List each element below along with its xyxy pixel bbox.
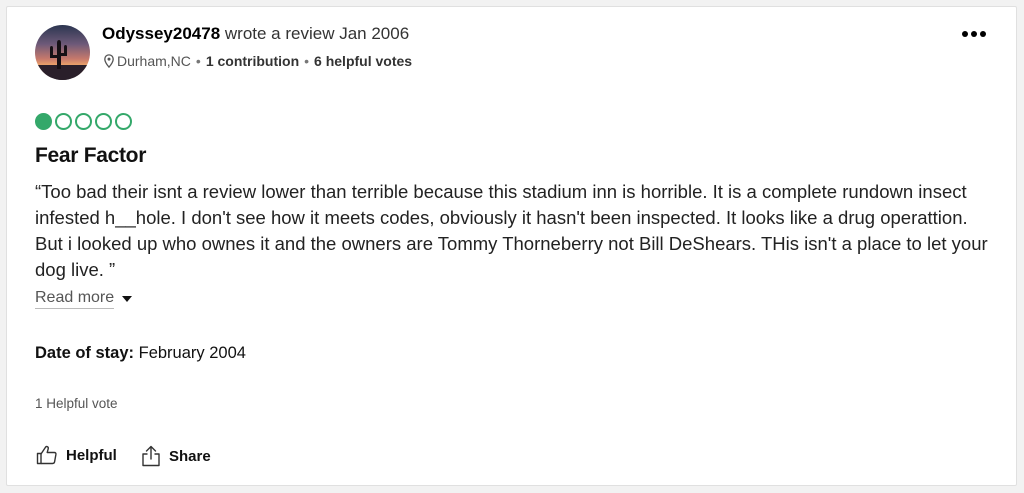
- review-title[interactable]: Fear Factor: [35, 144, 146, 168]
- read-more-label: Read more: [35, 289, 115, 309]
- separator-dot: •: [195, 53, 201, 69]
- rating-bubble-empty: [95, 113, 112, 130]
- wrote-review-text: wrote a review Jan 2006: [224, 24, 410, 43]
- review-body: “Too bad their isnt a review lower than …: [35, 181, 988, 280]
- more-options-button[interactable]: [957, 22, 991, 46]
- share-button[interactable]: Share: [141, 445, 211, 467]
- bubble-rating: [35, 113, 132, 130]
- separator-dot: •: [304, 53, 310, 69]
- cactus-sunset-image: [35, 40, 90, 80]
- author-line: Odyssey20478 wrote a review Jan 2006: [102, 24, 409, 44]
- helpful-button[interactable]: Helpful: [36, 445, 117, 465]
- rating-bubble-empty: [115, 113, 132, 130]
- thumbs-up-icon: [36, 445, 57, 465]
- more-options-icon-dot: [962, 31, 968, 37]
- avatar[interactable]: [35, 25, 90, 80]
- share-label: Share: [169, 447, 211, 465]
- date-of-stay-label: Date of stay:: [35, 344, 135, 362]
- map-pin-icon: [104, 54, 114, 68]
- more-options-icon-dot: [971, 31, 977, 37]
- author-location: Durham,NC: [117, 53, 191, 69]
- rating-bubble-empty: [75, 113, 92, 130]
- read-more-button[interactable]: Read more: [35, 289, 133, 309]
- helpful-vote-count: 1 Helpful vote: [35, 396, 118, 411]
- chevron-down-icon: [122, 296, 133, 302]
- share-icon: [142, 445, 160, 467]
- date-of-stay-value: February 2004: [138, 344, 246, 362]
- date-of-stay: Date of stay: February 2004: [35, 344, 246, 363]
- helpful-label: Helpful: [66, 446, 117, 464]
- helpful-votes-count: 6 helpful votes: [314, 53, 413, 69]
- contribution-count: 1 contribution: [205, 53, 300, 69]
- rating-bubble-empty: [55, 113, 72, 130]
- author-name[interactable]: Odyssey20478: [102, 24, 220, 43]
- more-options-icon-dot: [980, 31, 986, 37]
- author-meta: Durham,NC • 1 contribution • 6 helpful v…: [103, 53, 412, 69]
- rating-bubble-filled: [35, 113, 52, 130]
- review-card: Odyssey20478 wrote a review Jan 2006 Dur…: [6, 6, 1017, 486]
